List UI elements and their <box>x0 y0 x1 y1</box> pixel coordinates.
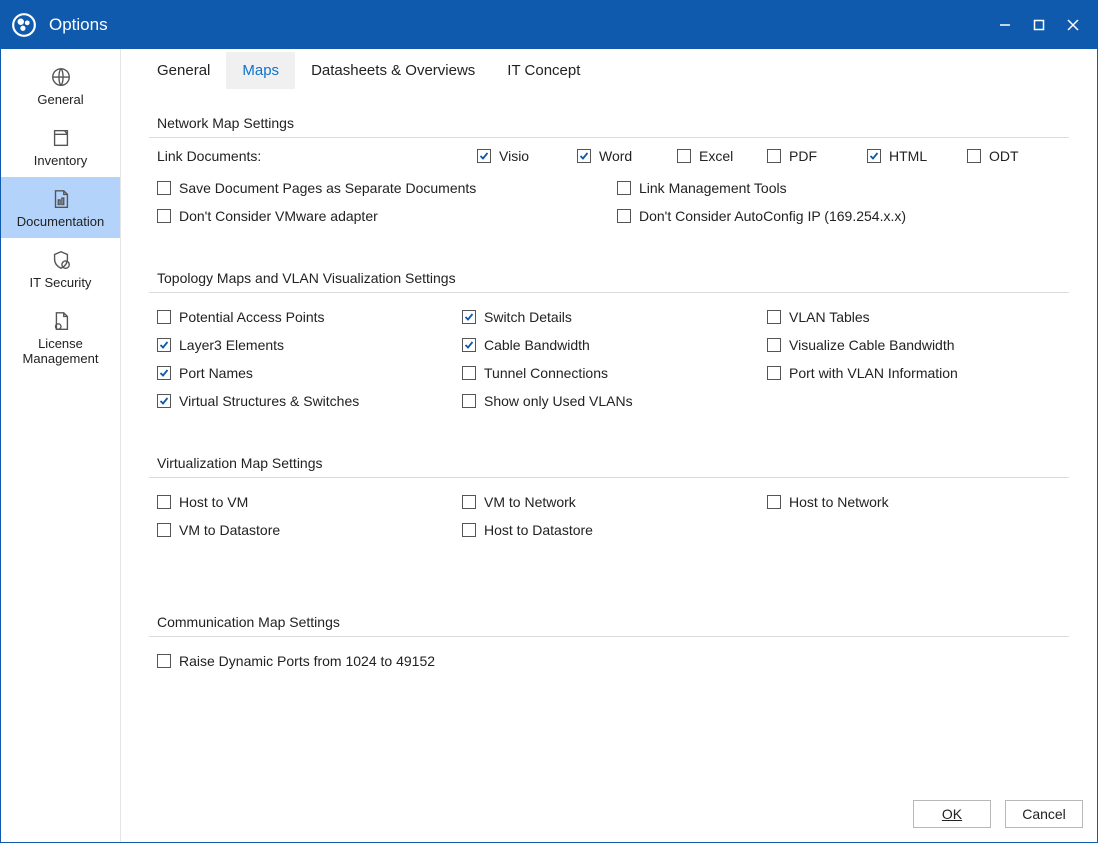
checkbox-used-vlans[interactable]: Show only Used VLANs <box>462 393 767 409</box>
checkbox-port-vlan[interactable]: Port with VLAN Information <box>767 365 1061 381</box>
maps-panel: Network Map Settings Link Documents: Vis… <box>121 91 1097 786</box>
cancel-button[interactable]: Cancel <box>1005 800 1083 828</box>
section-virtualization-title: Virtualization Map Settings <box>149 455 1069 471</box>
link-documents-label: Link Documents: <box>157 148 317 164</box>
checkbox-autoconfig[interactable]: Don't Consider AutoConfig IP (169.254.x.… <box>617 208 1061 224</box>
close-button[interactable] <box>1059 11 1087 39</box>
checkbox-tunnel[interactable]: Tunnel Connections <box>462 365 767 381</box>
sidebar: General Inventory Documentation IT Secur… <box>1 49 121 842</box>
checkbox-virt-struct[interactable]: Virtual Structures & Switches <box>157 393 462 409</box>
checkbox-odt[interactable]: ODT <box>967 148 1019 164</box>
section-topology-title: Topology Maps and VLAN Visualization Set… <box>149 270 1069 286</box>
checkbox-host-ds[interactable]: Host to Datastore <box>462 522 767 538</box>
divider <box>149 137 1069 138</box>
checkbox-word[interactable]: Word <box>577 148 677 164</box>
checkbox-raise-ports[interactable]: Raise Dynamic Ports from 1024 to 49152 <box>157 653 1061 669</box>
content-area: General Maps Datasheets & Overviews IT C… <box>121 49 1097 842</box>
sidebar-label: IT Security <box>30 276 92 291</box>
sidebar-label: General <box>37 93 83 108</box>
link-documents-row: Link Documents: Visio Word Excel PDF HTM… <box>149 148 1069 174</box>
divider <box>149 636 1069 637</box>
maximize-button[interactable] <box>1025 11 1053 39</box>
checkbox-save-pages[interactable]: Save Document Pages as Separate Document… <box>157 180 617 196</box>
tab-bar: General Maps Datasheets & Overviews IT C… <box>121 49 1097 91</box>
section-network-title: Network Map Settings <box>149 115 1069 131</box>
shield-icon <box>49 248 73 272</box>
checkbox-vmware[interactable]: Don't Consider VMware adapter <box>157 208 617 224</box>
checkbox-pdf[interactable]: PDF <box>767 148 867 164</box>
license-icon <box>49 309 73 333</box>
inventory-icon <box>49 126 73 150</box>
sidebar-item-documentation[interactable]: Documentation <box>1 177 120 238</box>
checkbox-switch-details[interactable]: Switch Details <box>462 309 767 325</box>
checkbox-vis-cable-bw[interactable]: Visualize Cable Bandwidth <box>767 337 1061 353</box>
checkbox-link-mgmt[interactable]: Link Management Tools <box>617 180 1061 196</box>
sidebar-label: License Management <box>23 337 99 367</box>
sidebar-item-license[interactable]: License Management <box>1 299 120 375</box>
sidebar-item-inventory[interactable]: Inventory <box>1 116 120 177</box>
sidebar-label: Documentation <box>17 215 104 230</box>
checkbox-visio[interactable]: Visio <box>477 148 577 164</box>
checkbox-vm-ds[interactable]: VM to Datastore <box>157 522 462 538</box>
section-communication-title: Communication Map Settings <box>149 614 1069 630</box>
sidebar-label: Inventory <box>34 154 87 169</box>
tab-datasheets[interactable]: Datasheets & Overviews <box>295 52 491 89</box>
checkbox-vlan-tables[interactable]: VLAN Tables <box>767 309 1061 325</box>
checkbox-vm-net[interactable]: VM to Network <box>462 494 767 510</box>
documentation-icon <box>49 187 73 211</box>
tab-maps[interactable]: Maps <box>226 52 295 89</box>
app-icon <box>11 12 37 38</box>
checkbox-potential-ap[interactable]: Potential Access Points <box>157 309 462 325</box>
options-window: Options General Inventory <box>0 0 1098 843</box>
titlebar: Options <box>1 1 1097 49</box>
checkbox-layer3[interactable]: Layer3 Elements <box>157 337 462 353</box>
checkbox-excel[interactable]: Excel <box>677 148 767 164</box>
checkbox-host-net[interactable]: Host to Network <box>767 494 1061 510</box>
tab-general[interactable]: General <box>141 52 226 89</box>
globe-icon <box>49 65 73 89</box>
checkbox-html[interactable]: HTML <box>867 148 967 164</box>
checkbox-host-vm[interactable]: Host to VM <box>157 494 462 510</box>
checkbox-port-names[interactable]: Port Names <box>157 365 462 381</box>
divider <box>149 477 1069 478</box>
divider <box>149 292 1069 293</box>
tab-itconcept[interactable]: IT Concept <box>491 52 596 89</box>
footer: OK Cancel <box>121 786 1097 842</box>
sidebar-item-itsecurity[interactable]: IT Security <box>1 238 120 299</box>
checkbox-cable-bw[interactable]: Cable Bandwidth <box>462 337 767 353</box>
minimize-button[interactable] <box>991 11 1019 39</box>
window-title: Options <box>49 15 108 35</box>
sidebar-item-general[interactable]: General <box>1 55 120 116</box>
ok-button[interactable]: OK <box>913 800 991 828</box>
